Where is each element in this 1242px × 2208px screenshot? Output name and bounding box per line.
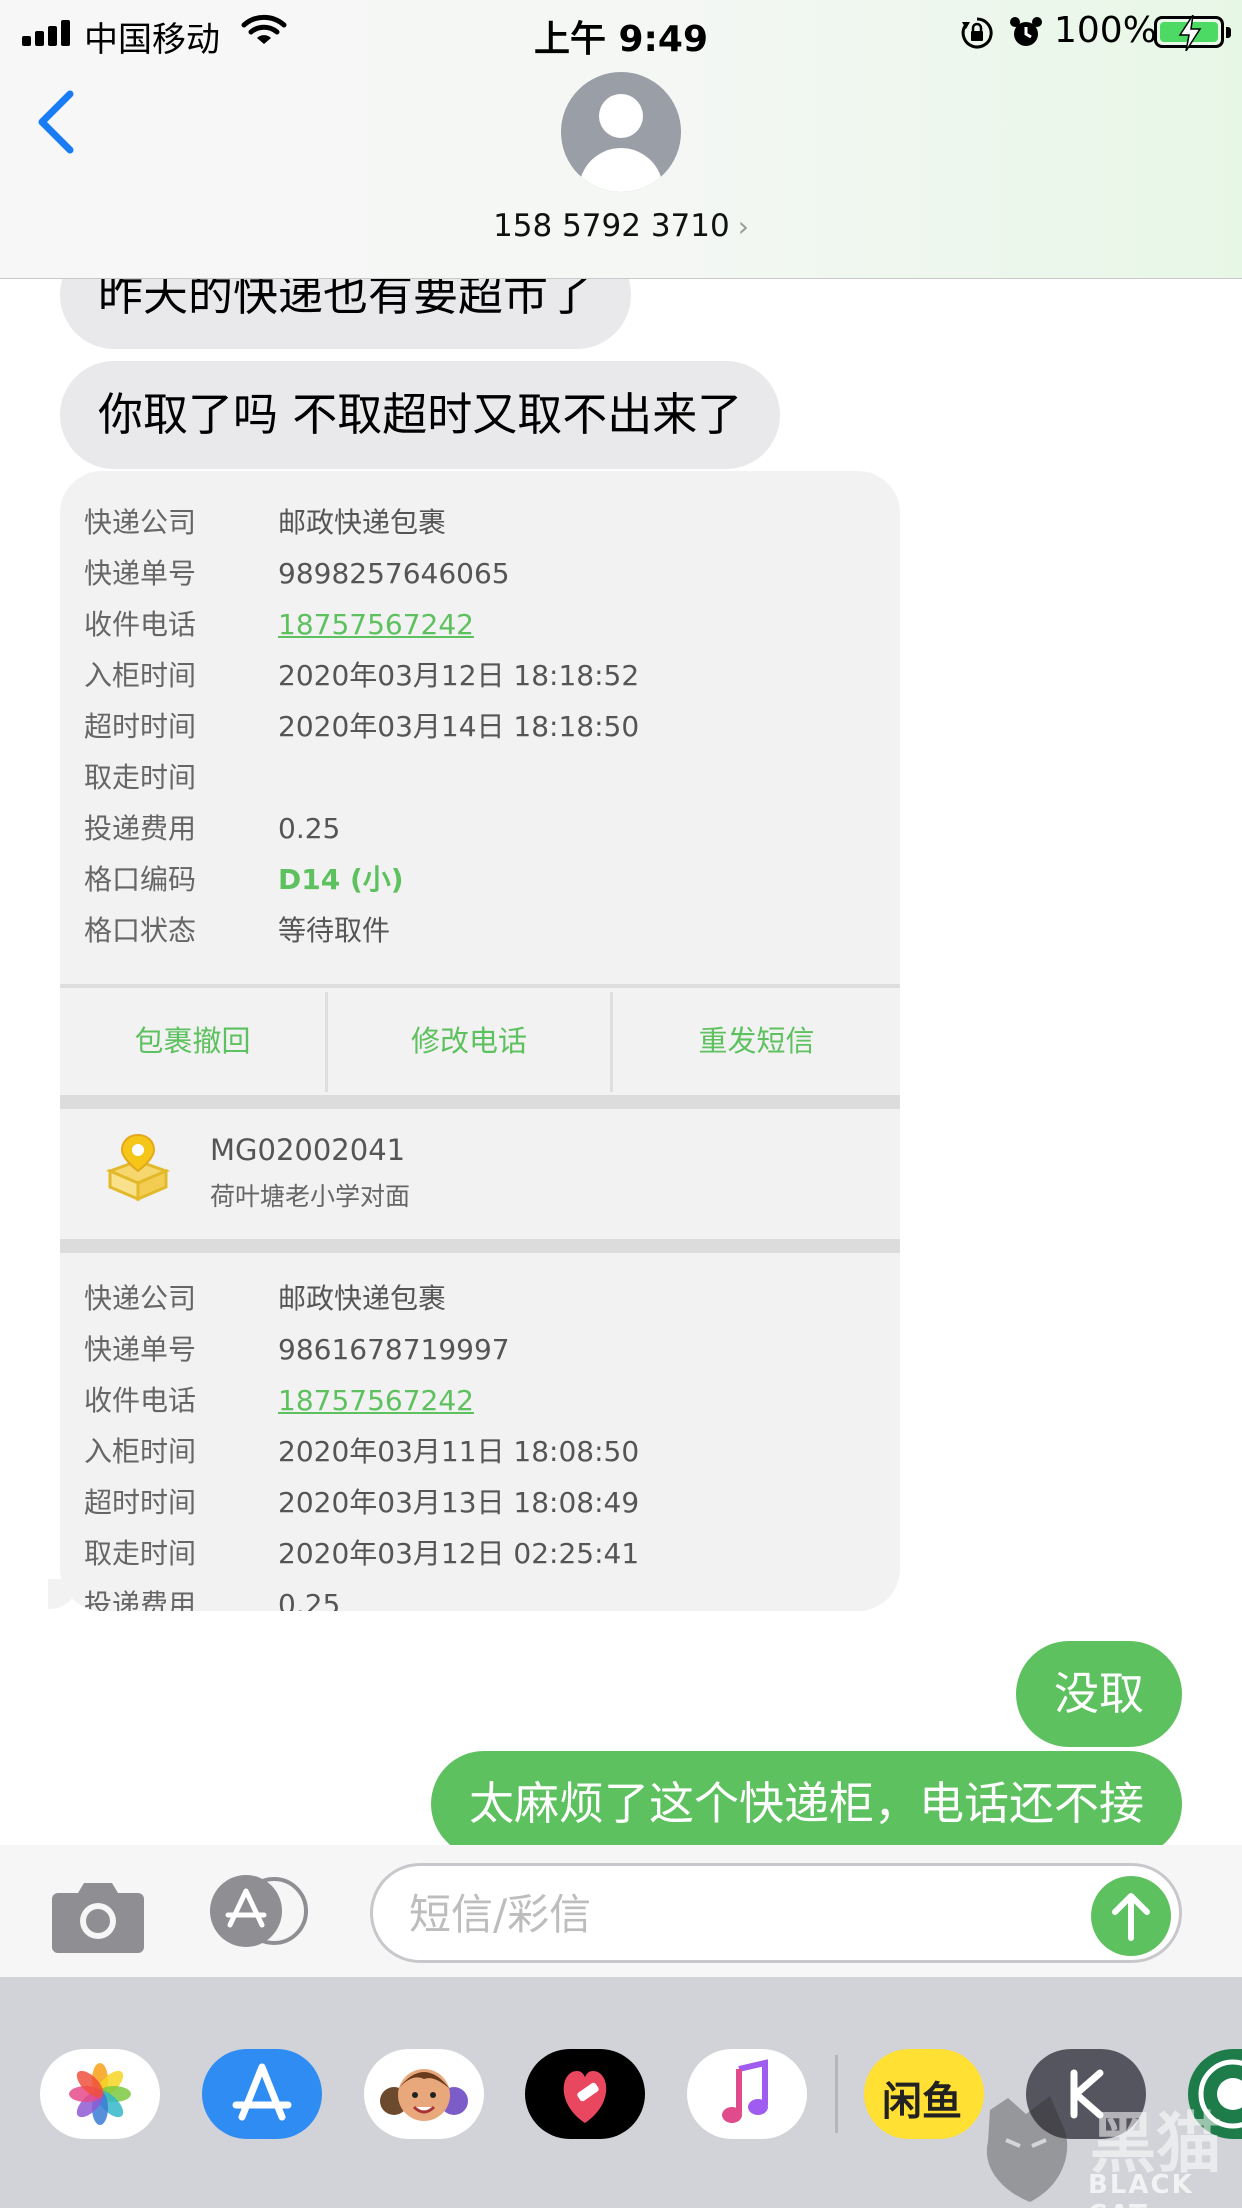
camera-icon[interactable] (50, 1879, 146, 1955)
detail-row: 收件电话 18757567242 (84, 1384, 474, 1417)
incoming-message-bubble[interactable]: 你取了吗 不取超时又取不出来了 (60, 361, 781, 469)
detail-row: 投递费用 0.25 (84, 812, 341, 845)
detail-row: 快递单号 9861678719997 (84, 1333, 510, 1366)
outgoing-message-bubble[interactable]: 太麻烦了这个快递柜，电话还不接 (430, 1751, 1182, 1845)
photos-app-icon[interactable] (40, 2049, 160, 2139)
detail-row: 超时时间 2020年03月13日 18:08:49 (84, 1486, 640, 1519)
outgoing-message-bubble[interactable]: 没取 (1015, 1641, 1182, 1747)
xianyu-label: 闲鱼 (882, 2079, 962, 2125)
battery-percent: 100% (1054, 10, 1157, 51)
locker-location-icon (105, 1133, 171, 1202)
message-input[interactable] (409, 1886, 1009, 1942)
contact-number: 158 5792 3710 (493, 208, 730, 244)
detail-row: 格口状态 等待取件 (84, 914, 391, 947)
detail-row: 入柜时间 2020年03月11日 18:08:50 (84, 1435, 640, 1468)
recall-parcel-button: 包裹撤回 (134, 1024, 251, 1058)
battery-charging-icon (1154, 15, 1231, 51)
back-button[interactable] (30, 82, 90, 162)
detail-row: 格口编码 D14 (小) (84, 863, 404, 896)
locker-id: MG02002041 (210, 1133, 406, 1167)
music-app-icon[interactable] (687, 2049, 807, 2139)
detail-row: 取走时间 (84, 761, 197, 794)
locker-info: MG02002041 荷叶塘老小学对面 (60, 1109, 900, 1237)
app-store-button[interactable] (210, 1875, 314, 1947)
contact-name-row[interactable]: 158 5792 3710 › (0, 208, 1242, 244)
detail-row: 收件电话 18757567242 (84, 608, 474, 641)
parcel-actions: 包裹撤回 修改电话 重发短信 (60, 984, 900, 1094)
detail-row: 快递单号 9898257646065 (84, 557, 510, 590)
incoming-message-bubble[interactable]: 昨天的快递也有要超市了 (60, 279, 632, 349)
app-store-app-icon[interactable] (202, 2049, 322, 2139)
chevron-left-icon (38, 90, 74, 154)
starbucks-app-icon[interactable] (1188, 2049, 1242, 2139)
detail-row: 取走时间 2020年03月12日 02:25:41 (84, 1537, 640, 1570)
phone-link: 18757567242 (278, 608, 474, 641)
detail-row: 入柜时间 2020年03月12日 18:18:52 (84, 659, 640, 692)
orientation-lock-icon (961, 17, 993, 49)
incoming-image-attachment[interactable]: 快递公司 邮政快递包裹 快递单号 9898257646065 收件电话 1875756… (60, 471, 900, 1611)
detail-row: 快递公司 邮政快递包裹 (84, 506, 447, 539)
alarm-icon (1010, 17, 1042, 46)
detail-row: 快递公司 邮政快递包裹 (84, 1282, 447, 1315)
heart-app-icon[interactable] (525, 2049, 645, 2139)
compose-bar (0, 1845, 1242, 1977)
app-drawer: 闲鱼 (0, 1977, 1242, 2208)
detail-row: 投递费用 0.25 (84, 1588, 341, 1611)
app-store-icon (225, 1888, 267, 1928)
send-button[interactable] (1091, 1876, 1171, 1956)
message-field[interactable] (370, 1863, 1182, 1963)
chevron-right-icon: › (737, 210, 749, 243)
phone-link: 18757567242 (278, 1384, 474, 1417)
resend-sms-button: 重发短信 (698, 1024, 815, 1058)
message-thread[interactable]: 昨天的快递也有要超市了 你取了吗 不取超时又取不出来了 快递公司 邮政快递包裹 快… (0, 279, 1242, 1845)
detail-row: 超时时间 2020年03月14日 18:18:50 (84, 710, 640, 743)
memoji-app-icon[interactable] (364, 2049, 484, 2139)
k-app-icon[interactable] (1026, 2049, 1146, 2139)
xianyu-app-icon[interactable]: 闲鱼 (864, 2049, 984, 2139)
locker-address: 荷叶塘老小学对面 (210, 1182, 411, 1211)
status-bar: 中国移动 上午 9:49 100% (0, 0, 1242, 62)
change-phone-button: 修改电话 (410, 1024, 527, 1058)
contact-avatar[interactable] (561, 72, 681, 192)
send-arrow-icon (1112, 1893, 1150, 1941)
